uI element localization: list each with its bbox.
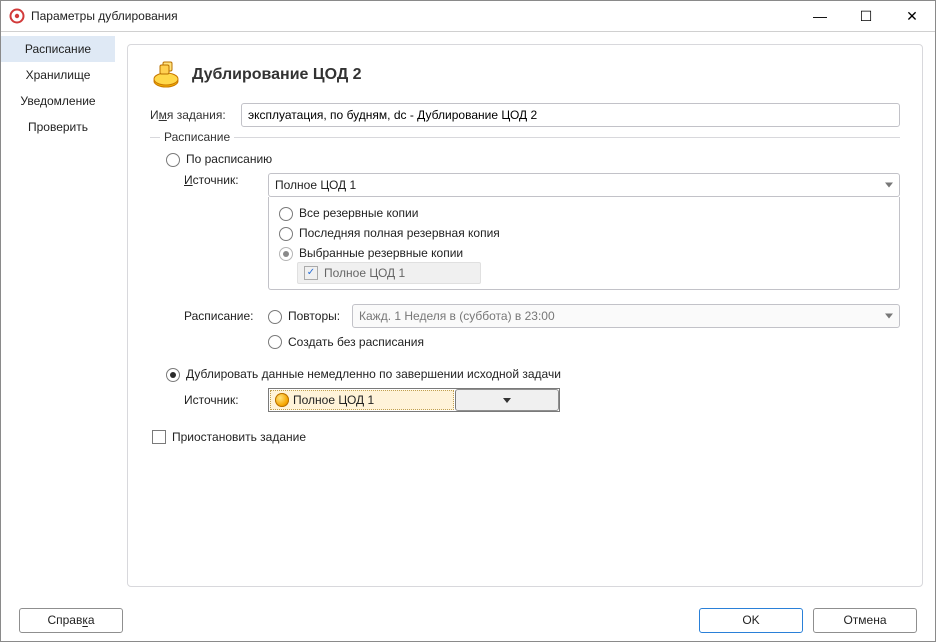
radio-selected-backups[interactable] <box>279 247 293 261</box>
ok-label: OK <box>742 613 759 627</box>
chevron-down-icon <box>885 183 893 188</box>
sidebar-item-label: Проверить <box>28 120 88 134</box>
panel-wrap: Дублирование ЦОД 2 Имя задания: Расписан… <box>115 32 935 599</box>
ok-button[interactable]: OK <box>699 608 803 633</box>
combo-dropdown-button[interactable] <box>455 389 559 411</box>
client-area: Расписание Хранилище Уведомление Провери… <box>1 32 935 641</box>
titlebar: Параметры дублирования — ☐ ✕ <box>1 1 935 32</box>
suspend-checkbox[interactable] <box>152 430 166 444</box>
source-selected-item-row: Полное ЦОД 1 <box>297 263 889 283</box>
cancel-button[interactable]: Отмена <box>813 608 917 633</box>
selected-backup-item[interactable]: Полное ЦОД 1 <box>297 262 481 284</box>
duplicate-icon <box>150 59 182 91</box>
immediate-source-value: Полное ЦОД 1 <box>293 393 374 407</box>
sidebar-item-storage[interactable]: Хранилище <box>1 62 115 88</box>
sidebar-item-label: Хранилище <box>26 68 91 82</box>
schedule-label-row: Расписание: Повторы: Кажд. 1 Неделя в (с… <box>184 304 900 328</box>
radio-by-schedule-label: По расписанию <box>186 152 272 166</box>
suspend-label: Приостановить задание <box>172 430 306 444</box>
close-button[interactable]: ✕ <box>889 1 935 31</box>
sidebar-item-verify[interactable]: Проверить <box>1 114 115 140</box>
window-title: Параметры дублирования <box>31 9 797 23</box>
schedule-fieldset: Расписание По расписанию Источник: <box>150 137 900 412</box>
minimize-icon: — <box>813 8 827 24</box>
source-row: Источник: Полное ЦОД 1 <box>184 173 900 290</box>
jobname-input[interactable] <box>241 103 900 127</box>
no-schedule-label: Создать без расписания <box>288 335 424 349</box>
repeats-select[interactable]: Кажд. 1 Неделя в (суббота) в 23:00 <box>352 304 900 328</box>
job-icon <box>275 393 289 407</box>
app-icon <box>9 8 25 24</box>
radio-no-schedule[interactable] <box>268 335 282 349</box>
selected-backup-checkbox[interactable] <box>304 266 318 280</box>
radio-repeats[interactable] <box>268 310 282 324</box>
close-icon: ✕ <box>906 8 918 25</box>
source-option-label: Все резервные копии <box>299 206 418 220</box>
suspend-row[interactable]: Приостановить задание <box>152 430 900 444</box>
source-option-label: Выбранные резервные копии <box>299 246 463 260</box>
immediate-source-combo[interactable]: Полное ЦОД 1 <box>268 388 560 412</box>
option-immediate[interactable]: Дублировать данные немедленно по заверше… <box>166 367 900 382</box>
sidebar-item-schedule[interactable]: Расписание <box>1 36 115 62</box>
immediate-source-row: Источник: Полное ЦОД 1 <box>184 388 900 412</box>
immediate-source-label: Источник: <box>184 393 262 407</box>
source-option-selected[interactable]: Выбранные резервные копии <box>279 243 889 263</box>
cancel-label: Отмена <box>843 613 886 627</box>
sidebar-item-notify[interactable]: Уведомление <box>1 88 115 114</box>
chevron-down-icon <box>503 398 511 403</box>
footer: Справка OK Отмена <box>1 599 935 641</box>
immediate-source-value-wrap: Полное ЦОД 1 <box>270 390 454 410</box>
sidebar-item-label: Уведомление <box>20 94 95 108</box>
maximize-button[interactable]: ☐ <box>843 1 889 31</box>
repeats-label: Повторы: <box>288 309 346 323</box>
main-area: Расписание Хранилище Уведомление Провери… <box>1 32 935 599</box>
selected-backup-label: Полное ЦОД 1 <box>324 266 405 280</box>
radio-all-backups[interactable] <box>279 207 293 221</box>
source-option-all[interactable]: Все резервные копии <box>279 203 889 223</box>
settings-panel: Дублирование ЦОД 2 Имя задания: Расписан… <box>127 44 923 587</box>
source-option-label: Последняя полная резервная копия <box>299 226 500 240</box>
radio-immediate[interactable] <box>166 368 180 382</box>
repeats-value: Кажд. 1 Неделя в (суббота) в 23:00 <box>359 305 555 327</box>
help-button[interactable]: Справка <box>19 608 123 633</box>
no-schedule-row: Создать без расписания <box>184 334 900 349</box>
jobname-label: Имя задания: <box>150 108 235 122</box>
dialog-window: Параметры дублирования — ☐ ✕ Расписание … <box>0 0 936 642</box>
radio-last-full[interactable] <box>279 227 293 241</box>
source-select[interactable]: Полное ЦОД 1 <box>268 173 900 197</box>
panel-header: Дублирование ЦОД 2 <box>150 59 900 91</box>
fieldset-legend: Расписание <box>160 130 234 144</box>
radio-immediate-label: Дублировать данные немедленно по заверше… <box>186 367 561 381</box>
schedule-label: Расписание: <box>184 309 262 323</box>
maximize-icon: ☐ <box>860 8 873 25</box>
source-option-lastfull[interactable]: Последняя полная резервная копия <box>279 223 889 243</box>
panel-title: Дублирование ЦОД 2 <box>192 66 362 84</box>
minimize-button[interactable]: — <box>797 1 843 31</box>
source-options-list: Все резервные копии Последняя полная рез… <box>268 197 900 290</box>
source-label: Источник: <box>184 173 262 187</box>
option-by-schedule[interactable]: По расписанию <box>166 152 900 167</box>
chevron-down-icon <box>885 314 893 319</box>
sidebar-item-label: Расписание <box>25 42 91 56</box>
jobname-row: Имя задания: <box>150 103 900 127</box>
sidebar: Расписание Хранилище Уведомление Провери… <box>1 32 115 599</box>
source-select-value: Полное ЦОД 1 <box>275 174 356 196</box>
radio-by-schedule[interactable] <box>166 153 180 167</box>
